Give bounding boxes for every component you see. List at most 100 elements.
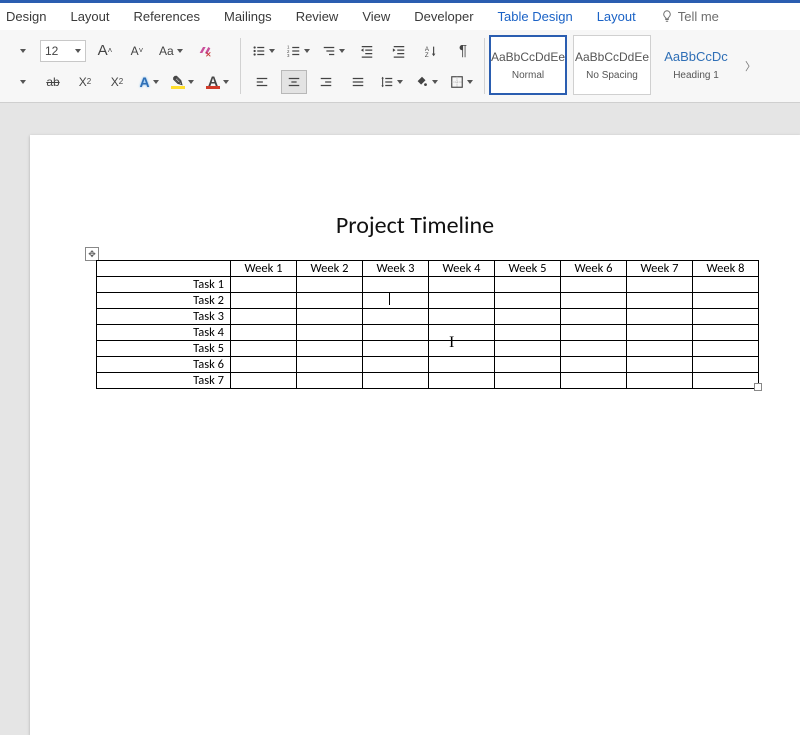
table-cell[interactable] [693, 341, 759, 357]
table-cell[interactable] [297, 309, 363, 325]
row-header[interactable]: Task 1 [97, 277, 231, 293]
table-cell[interactable] [231, 325, 297, 341]
highlight-color-button[interactable]: ✎ [168, 70, 197, 94]
justify-button[interactable] [345, 70, 371, 94]
column-header[interactable]: Week 2 [297, 261, 363, 277]
line-spacing-button[interactable] [377, 70, 406, 94]
table-cell[interactable] [495, 309, 561, 325]
tab-review[interactable]: Review [296, 9, 339, 24]
row-header[interactable]: Task 3 [97, 309, 231, 325]
table-cell[interactable] [363, 277, 429, 293]
table-cell[interactable] [627, 293, 693, 309]
table-cell[interactable] [429, 293, 495, 309]
table-cell[interactable] [297, 325, 363, 341]
table-cell[interactable] [561, 357, 627, 373]
increase-indent-button[interactable] [386, 39, 412, 63]
decrease-indent-button[interactable] [354, 39, 380, 63]
tab-references[interactable]: References [134, 9, 200, 24]
row-header[interactable]: Task 7 [97, 373, 231, 389]
table-cell[interactable] [231, 293, 297, 309]
table-cell[interactable] [693, 373, 759, 389]
row-header[interactable]: Task 5 [97, 341, 231, 357]
table-cell[interactable] [297, 293, 363, 309]
table-corner-cell[interactable] [97, 261, 231, 277]
table-cell[interactable] [495, 341, 561, 357]
borders-button[interactable] [447, 70, 476, 94]
table-cell[interactable] [363, 357, 429, 373]
document-title[interactable]: Project Timeline [30, 211, 800, 240]
table-cell[interactable] [693, 309, 759, 325]
table-cell[interactable] [693, 277, 759, 293]
column-header[interactable]: Week 6 [561, 261, 627, 277]
table-cell[interactable] [363, 325, 429, 341]
table-move-handle[interactable]: ✥ [85, 247, 99, 261]
table-cell[interactable] [561, 341, 627, 357]
strikethrough-button[interactable]: ab [40, 70, 66, 94]
table-cell[interactable] [231, 277, 297, 293]
table-cell[interactable] [693, 293, 759, 309]
font-family-dropdown[interactable] [8, 39, 34, 63]
column-header[interactable]: Week 8 [693, 261, 759, 277]
align-center-button[interactable] [281, 70, 307, 94]
tell-me[interactable]: Tell me [660, 9, 719, 24]
tab-view[interactable]: View [362, 9, 390, 24]
style-no-spacing[interactable]: AaBbCcDdEe No Spacing [573, 35, 651, 95]
column-header[interactable]: Week 7 [627, 261, 693, 277]
table-cell[interactable] [297, 357, 363, 373]
bullets-button[interactable] [249, 39, 278, 63]
table-cell[interactable] [363, 373, 429, 389]
show-hide-marks-button[interactable]: ¶ [450, 39, 476, 63]
table-cell[interactable] [627, 357, 693, 373]
table-cell[interactable] [627, 373, 693, 389]
table-cell[interactable] [231, 309, 297, 325]
superscript-button[interactable]: X2 [104, 70, 130, 94]
table-cell[interactable] [363, 293, 429, 309]
table-cell[interactable] [495, 277, 561, 293]
tab-table-layout[interactable]: Layout [597, 9, 636, 24]
row-header[interactable]: Task 4 [97, 325, 231, 341]
change-case-button[interactable]: Aa [156, 39, 186, 63]
decrease-font-size-button[interactable]: A˅ [124, 39, 150, 63]
style-heading-1[interactable]: AaBbCcDc Heading 1 [657, 35, 735, 95]
table-cell[interactable] [627, 325, 693, 341]
table-cell[interactable] [495, 325, 561, 341]
page[interactable]: Project Timeline ✥ Week 1Week 2Week 3Wee… [30, 135, 800, 735]
font-size-field[interactable]: 12 [40, 40, 86, 62]
column-header[interactable]: Week 3 [363, 261, 429, 277]
table-resize-handle[interactable] [754, 383, 762, 391]
table-cell[interactable] [297, 373, 363, 389]
strikethrough-dropdown[interactable] [8, 70, 34, 94]
row-header[interactable]: Task 6 [97, 357, 231, 373]
tab-mailings[interactable]: Mailings [224, 9, 272, 24]
font-color-button[interactable]: A [203, 70, 232, 94]
table-cell[interactable] [429, 325, 495, 341]
table-cell[interactable] [429, 341, 495, 357]
table-cell[interactable] [627, 277, 693, 293]
table-cell[interactable] [495, 293, 561, 309]
multilevel-list-button[interactable] [319, 39, 348, 63]
row-header[interactable]: Task 2 [97, 293, 231, 309]
table-cell[interactable] [627, 341, 693, 357]
table-cell[interactable] [231, 357, 297, 373]
table-cell[interactable] [297, 277, 363, 293]
clear-formatting-button[interactable] [192, 39, 218, 63]
style-normal[interactable]: AaBbCcDdEe Normal [489, 35, 567, 95]
shading-button[interactable] [412, 70, 441, 94]
table-cell[interactable] [561, 325, 627, 341]
column-header[interactable]: Week 5 [495, 261, 561, 277]
table-cell[interactable] [561, 277, 627, 293]
table-cell[interactable] [231, 373, 297, 389]
table-cell[interactable] [429, 373, 495, 389]
increase-font-size-button[interactable]: A˄ [92, 39, 118, 63]
sort-button[interactable]: AZ [418, 39, 444, 63]
table-cell[interactable] [363, 309, 429, 325]
table-cell[interactable] [495, 373, 561, 389]
tab-table-design[interactable]: Table Design [498, 9, 573, 24]
table-cell[interactable] [627, 309, 693, 325]
table-cell[interactable] [561, 293, 627, 309]
align-right-button[interactable] [313, 70, 339, 94]
table-cell[interactable] [231, 341, 297, 357]
text-effects-button[interactable]: A [136, 70, 162, 94]
align-left-button[interactable] [249, 70, 275, 94]
styles-more-icon[interactable]: 〉 [741, 58, 760, 74]
